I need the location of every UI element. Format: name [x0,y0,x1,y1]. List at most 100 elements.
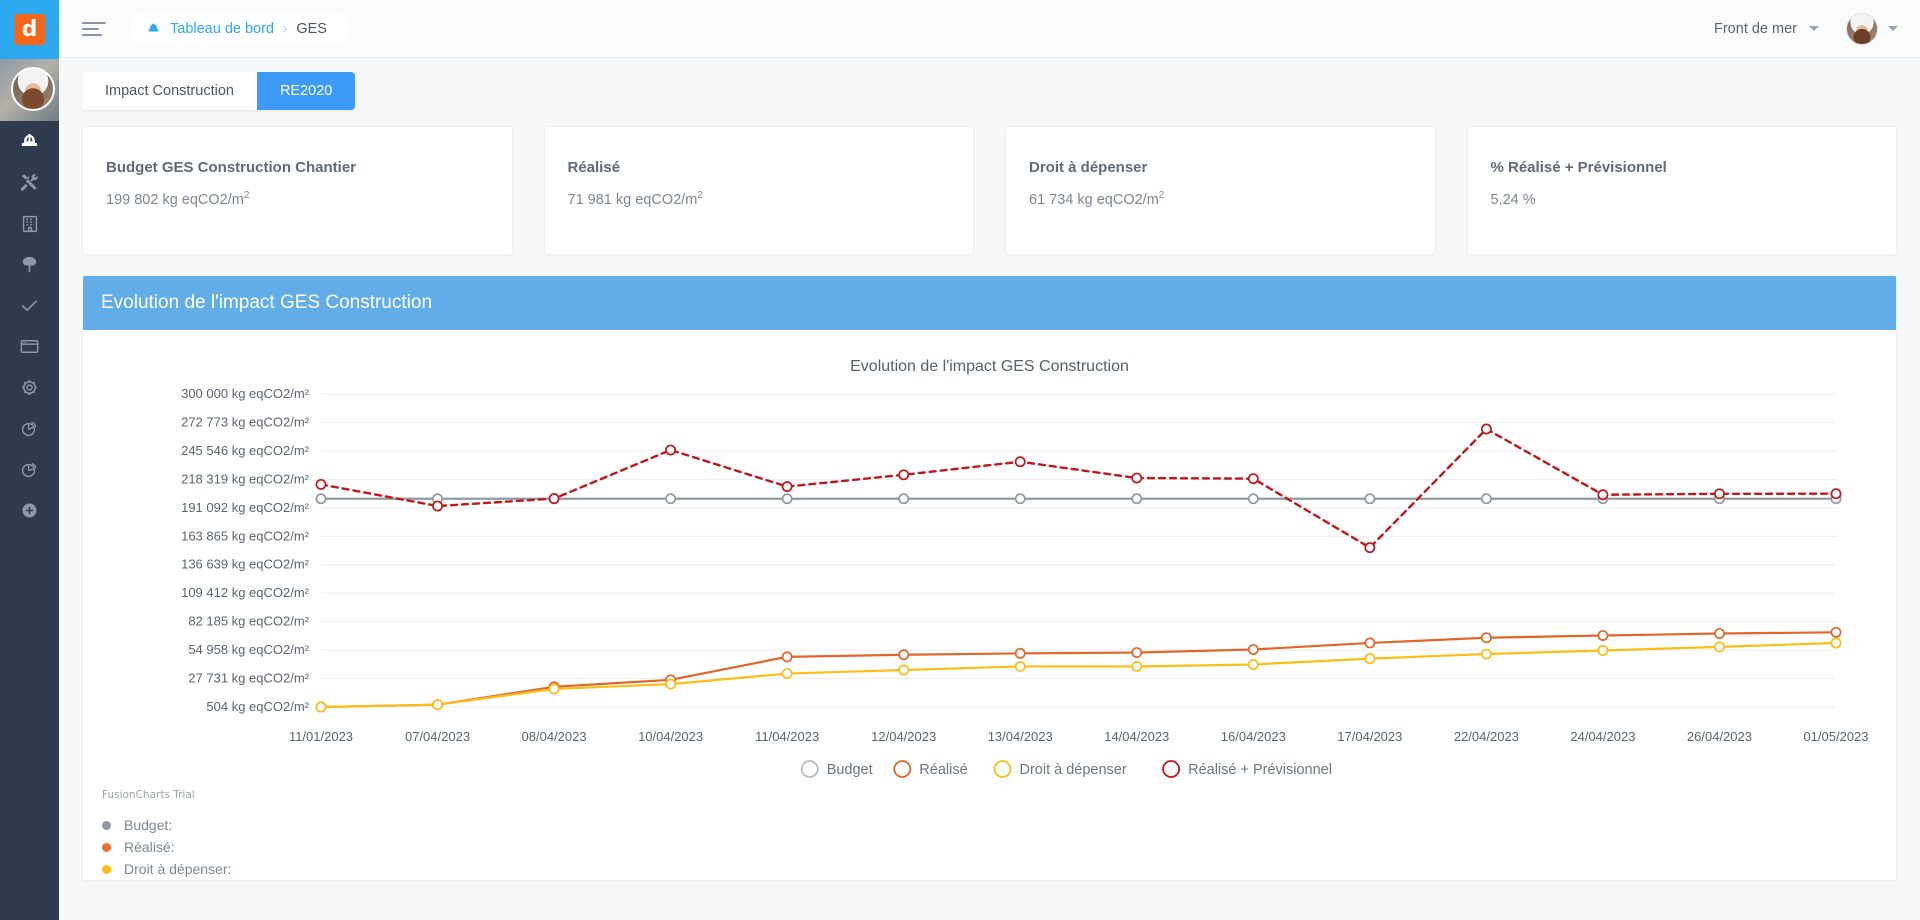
data-point[interactable] [1714,628,1725,639]
data-point[interactable] [1131,647,1143,659]
data-point[interactable] [898,493,910,505]
data-point[interactable] [1014,647,1026,659]
x-axis-tick-label: 13/04/2023 [988,729,1053,744]
legend-label-r-alis-[interactable]: Réalisé [919,762,967,778]
legend-marker-r-alis-pr-visionnel[interactable] [1162,760,1180,778]
data-point[interactable] [1714,488,1725,500]
data-point[interactable] [1364,637,1376,649]
legend-marker-r-alis-[interactable] [893,760,912,778]
data-point[interactable] [665,493,677,505]
data-point[interactable] [1830,626,1842,638]
kpi-title: Réalisé [567,159,621,176]
data-point[interactable] [1480,648,1492,660]
kpi-title: Budget GES Construction Chantier [106,159,357,176]
data-point[interactable] [432,699,443,711]
series-line-r-alis-pr-visionnel [319,427,1838,549]
data-point[interactable] [1247,493,1259,505]
sidebar-item-validation[interactable] [0,285,59,326]
tab-re2020[interactable]: RE2020 [256,72,356,110]
chart-panel-body: Evolution de l'impact GES Construction 3… [83,330,1896,880]
legend-marker-budget[interactable] [800,760,819,778]
legend-marker-droit-d-penser[interactable] [993,760,1012,778]
data-point[interactable] [548,683,560,695]
data-point[interactable] [1364,653,1376,665]
tab-impact-construction[interactable]: Impact Construction [82,72,257,110]
data-point[interactable] [1247,659,1259,670]
app-logo[interactable]: d [0,0,59,59]
data-point[interactable] [1364,542,1376,554]
data-point[interactable] [1131,493,1143,505]
x-axis-tick-label: 07/04/2023 [405,729,470,744]
chart-tooltip-legend: Budget: Réalisé: Droit à dépenser: [102,814,231,880]
user-menu[interactable] [1846,12,1898,45]
data-point[interactable] [1247,473,1259,485]
kpi-value-sup: 2 [697,190,703,201]
legend-label: Réalisé: [124,839,175,855]
legend-label-r-alis-pr-visionnel[interactable]: Réalisé + Prévisionnel [1188,762,1332,778]
data-point[interactable] [1830,637,1842,649]
data-point[interactable] [315,493,327,505]
data-point[interactable] [665,678,677,690]
sidebar-user-photo[interactable] [0,59,59,121]
chart-watermark: FusionCharts Trial [102,789,195,801]
data-point[interactable] [1131,661,1143,672]
data-point[interactable] [1597,630,1609,641]
data-point[interactable] [781,493,793,505]
sidebar-item-environnement[interactable] [0,244,59,285]
legend-label-budget[interactable]: Budget [827,762,873,778]
kpi-value-text: 199 802 kg eqCO2/m [106,191,244,208]
sidebar-item-fenetre[interactable] [0,326,59,367]
x-axis-tick-label: 16/04/2023 [1221,729,1286,744]
y-axis-tick-label: 272 773 kg eqCO2/m² [181,414,310,429]
x-axis-tick-label: 26/04/2023 [1687,729,1752,744]
sidebar-item-rapports[interactable] [0,408,59,449]
breadcrumb-link-dashboard[interactable]: Tableau de bord [170,21,274,37]
avatar [11,67,55,111]
data-point[interactable] [898,649,910,661]
data-point[interactable] [1364,493,1376,505]
legend-label-droit-d-penser[interactable]: Droit à dépenser [1020,762,1127,778]
sidebar-item-batiments[interactable] [0,203,59,244]
legend-label: Droit à dépenser: [124,861,232,877]
data-point[interactable] [665,444,677,456]
legend-dot-realise [102,842,111,852]
data-point[interactable] [898,469,910,481]
main-content: Impact Construction RE2020 Budget GES Co… [59,58,1920,920]
data-point[interactable] [1597,489,1609,501]
data-point[interactable] [1247,644,1259,655]
project-selector[interactable]: Front de mer [1701,13,1832,44]
y-axis-tick-label: 163 865 kg eqCO2/m² [181,528,310,543]
data-point[interactable] [1014,456,1026,468]
data-point[interactable] [548,493,560,505]
sidebar-item-ajouter[interactable] [0,490,59,531]
data-point[interactable] [1014,661,1026,672]
data-point[interactable] [1480,423,1492,435]
sidebar-item-chantier[interactable] [0,121,59,162]
sidebar-item-parametres[interactable] [0,367,59,408]
data-point[interactable] [781,668,793,680]
data-point[interactable] [1597,645,1609,656]
kpi-card-realise: Réalisé 71 981 kg eqCO2/m2 [543,126,974,255]
data-point[interactable] [315,478,327,490]
data-point[interactable] [781,651,793,663]
data-point[interactable] [1480,493,1492,505]
window-icon [18,335,41,358]
data-point[interactable] [781,481,793,493]
sidebar-item-travaux[interactable] [0,162,59,203]
data-point[interactable] [432,500,443,512]
sidebar-item-analyses[interactable] [0,449,59,490]
hamburger-icon[interactable] [82,19,108,39]
pie-chart-icon [18,417,41,440]
data-point[interactable] [315,701,327,713]
data-point[interactable] [1480,632,1492,644]
kpi-value-text: 5,24 % [1490,191,1536,208]
data-point[interactable] [898,664,910,676]
list-item: Réalisé: [102,836,231,858]
data-point[interactable] [1830,488,1842,500]
line-chart[interactable]: 300 000 kg eqCO2/m² 272 773 kg eqCO2/m² 24… [83,330,1896,880]
data-point[interactable] [1714,641,1725,653]
y-axis-tick-label: 300 000 kg eqCO2/m² [181,386,310,401]
avatar [1846,12,1878,45]
data-point[interactable] [1014,493,1026,505]
data-point[interactable] [1131,472,1143,484]
